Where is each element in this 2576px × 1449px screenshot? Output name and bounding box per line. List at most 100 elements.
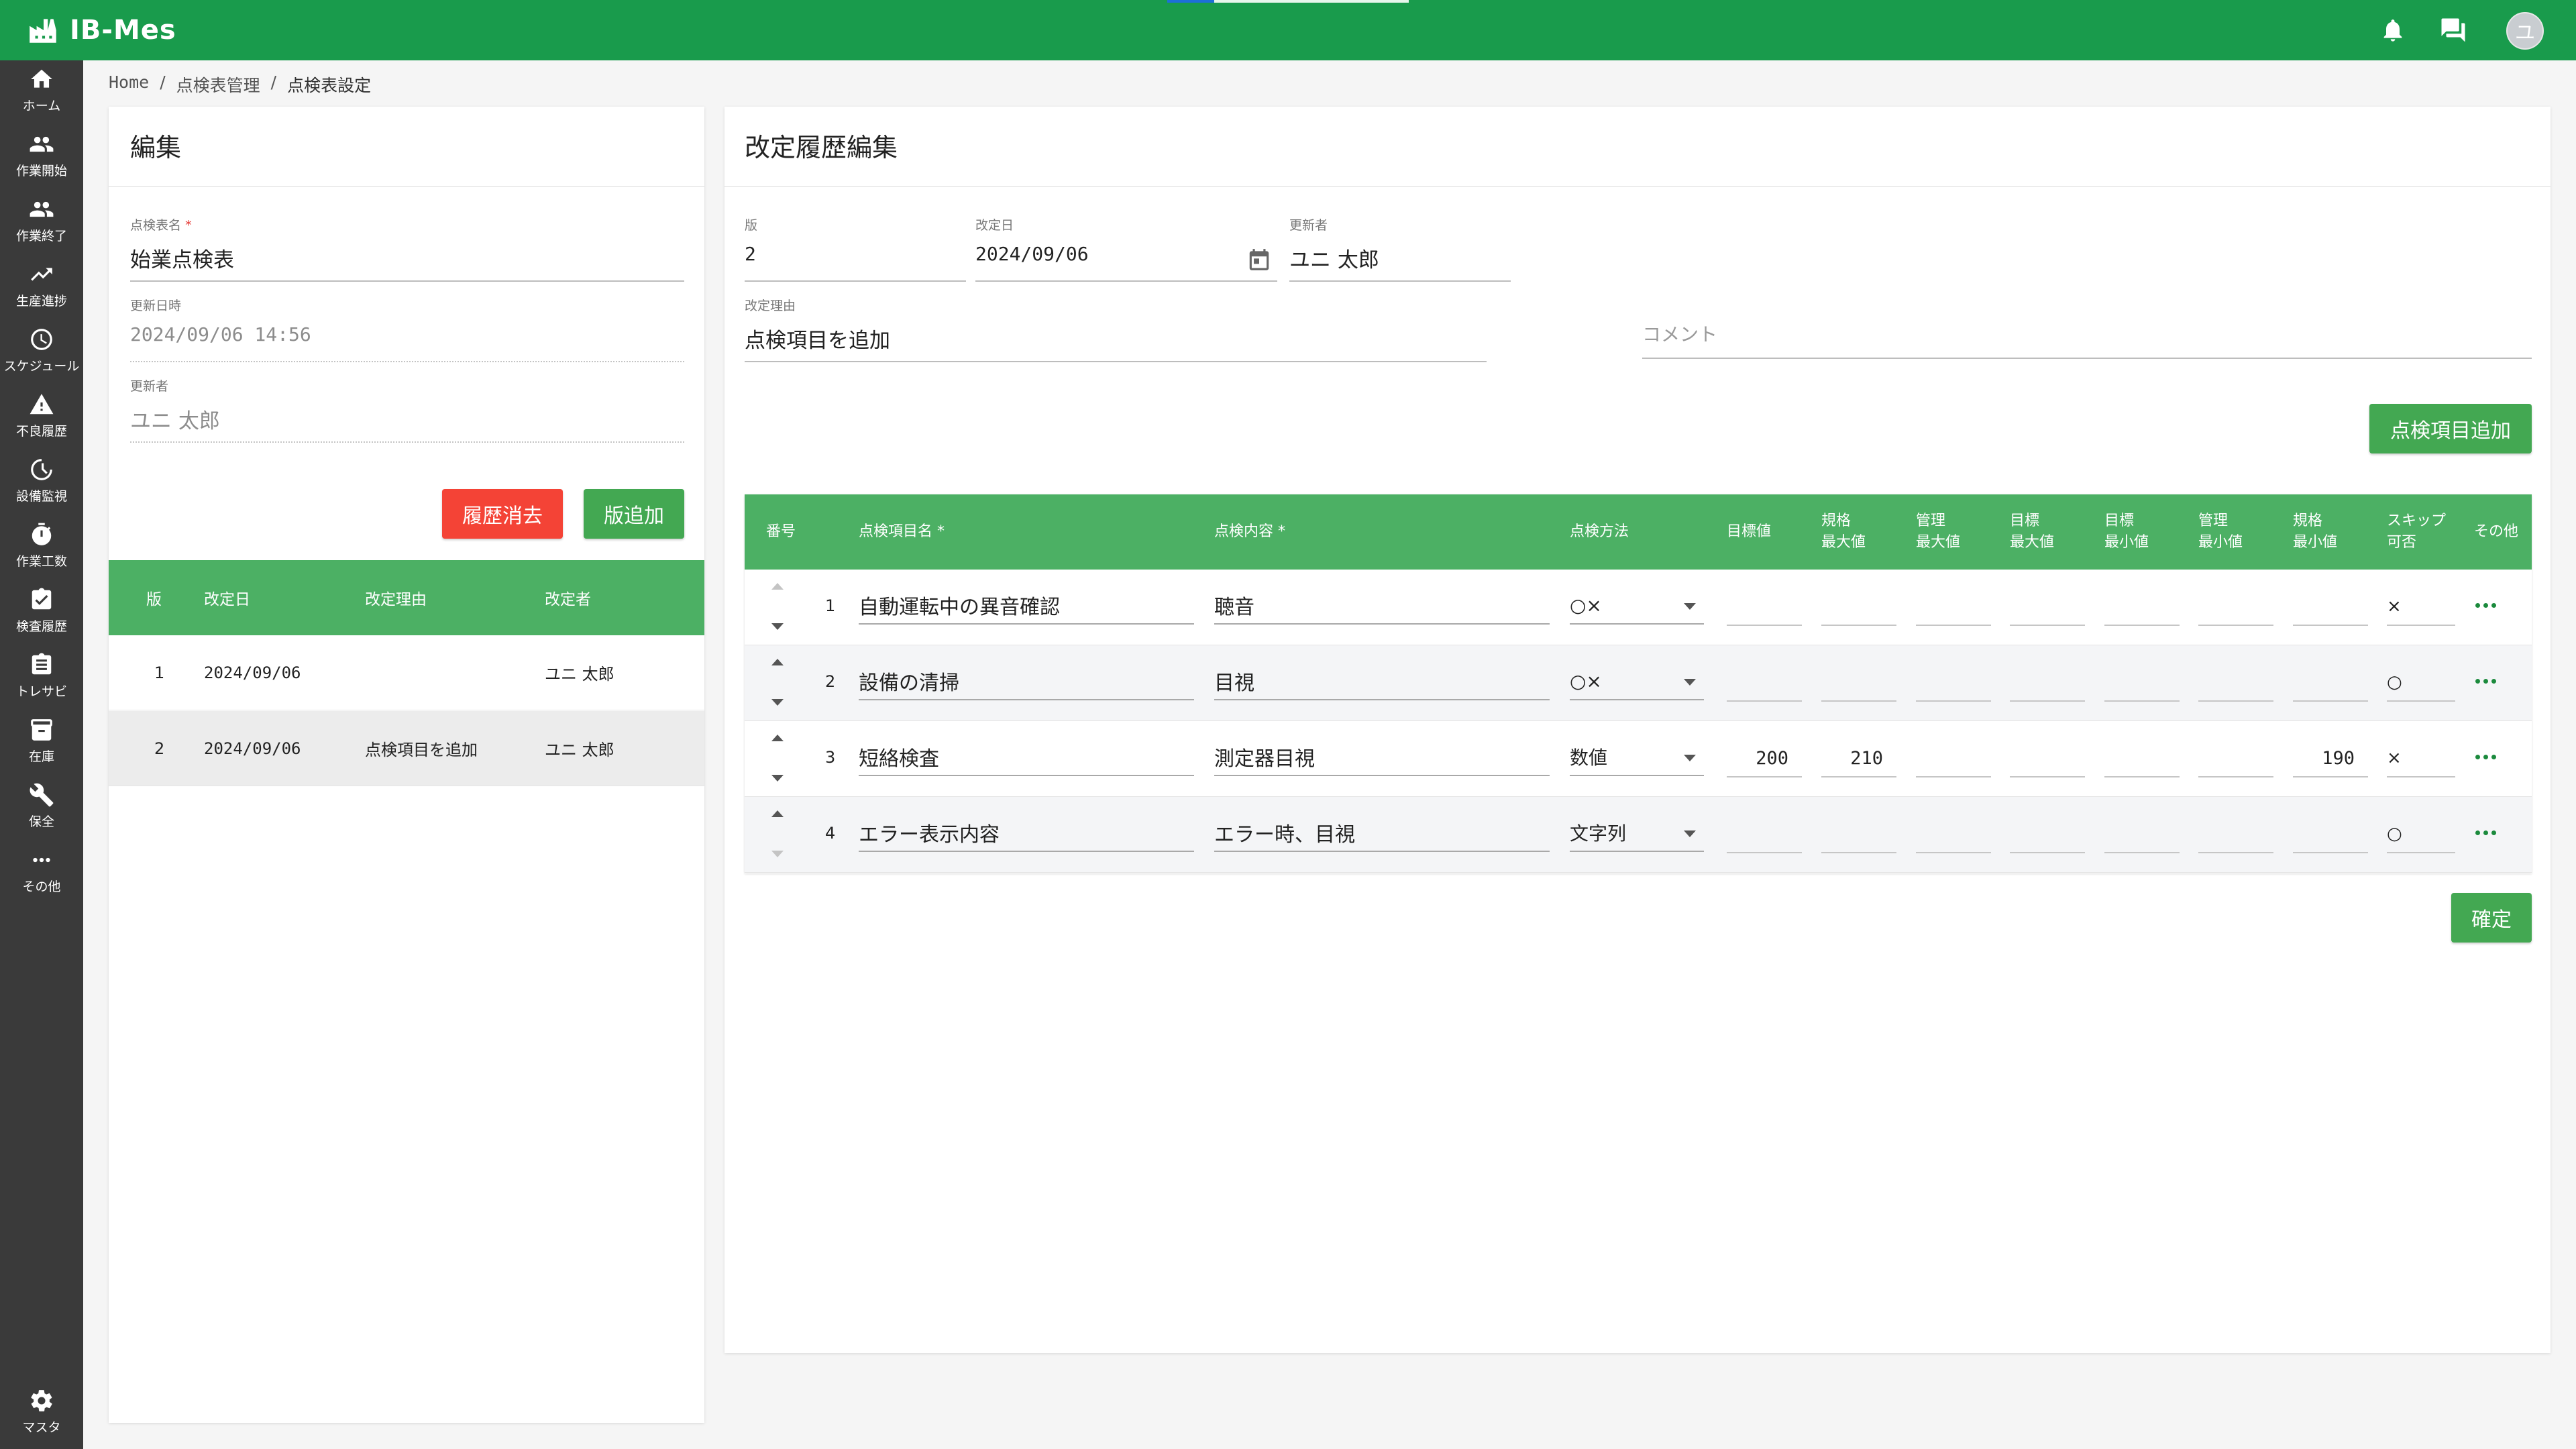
item-content-input[interactable]: エラー時、目視 [1214, 814, 1550, 852]
item-name-input[interactable]: 自動運転中の異音確認 [859, 587, 1194, 625]
sidebar-item-work-end[interactable]: 作業終了 [0, 191, 83, 250]
control-max-input[interactable] [1916, 664, 1991, 702]
control-min-input[interactable] [2198, 740, 2273, 777]
target-max-input[interactable] [2010, 664, 2085, 702]
table-row: 2 設備の清掃 目視 ○× ○ [745, 645, 2532, 721]
version-field: 版 2 [745, 215, 966, 282]
target-max-input[interactable] [2010, 816, 2085, 853]
control-max-input[interactable] [1916, 740, 1991, 777]
move-down-arrow[interactable] [771, 699, 784, 706]
move-down-arrow[interactable] [771, 851, 784, 857]
sidebar-item-inventory[interactable]: 在庫 [0, 711, 83, 770]
spec-max-input[interactable] [1821, 664, 1896, 702]
sidebar-item-work-hours[interactable]: 作業工数 [0, 516, 83, 575]
version-input[interactable]: 2 [745, 243, 966, 282]
method-select[interactable]: ○× [1570, 587, 1704, 625]
spec-max-input[interactable] [1821, 588, 1896, 626]
check-sheet-name-input[interactable]: 始業点検表 [130, 243, 684, 282]
control-min-input[interactable] [2198, 816, 2273, 853]
add-version-button[interactable]: 版追加 [584, 489, 684, 539]
method-select[interactable]: 文字列 [1570, 814, 1704, 852]
target-value-input[interactable] [1727, 664, 1802, 702]
sidebar-item-defect-history[interactable]: 不良履歴 [0, 386, 83, 445]
target-min-input[interactable] [2104, 664, 2180, 702]
skip-select[interactable]: ○ [2387, 816, 2455, 853]
user-avatar[interactable]: ユ [2506, 12, 2544, 50]
required-mark: * [937, 523, 945, 540]
control-max-input[interactable] [1916, 588, 1991, 626]
move-up-arrow[interactable] [771, 583, 784, 590]
move-up-arrow[interactable] [771, 659, 784, 665]
control-min-input[interactable] [2198, 664, 2273, 702]
target-value-input[interactable] [1727, 816, 1802, 853]
revision-date-input[interactable]: 2024/09/06 [975, 243, 1277, 282]
table-row[interactable]: 1 2024/09/06 ユニ 太郎 [109, 635, 704, 710]
item-name-input[interactable]: エラー表示内容 [859, 814, 1194, 852]
item-content-input[interactable]: 聴音 [1214, 587, 1550, 625]
more-actions-icon[interactable] [2475, 679, 2496, 684]
sidebar-item-traceability[interactable]: トレサビ [0, 646, 83, 705]
sidebar-item-home[interactable]: ホーム [0, 60, 83, 119]
sidebar-item-work-start[interactable]: 作業開始 [0, 125, 83, 184]
target-max-input[interactable] [2010, 588, 2085, 626]
target-min-input[interactable] [2104, 588, 2180, 626]
more-actions-icon[interactable] [2475, 603, 2496, 608]
target-value-input[interactable] [1727, 588, 1802, 626]
spec-min-input[interactable] [2293, 816, 2368, 853]
app-logo[interactable]: IB-Mes [27, 12, 176, 48]
target-min-input[interactable] [2104, 816, 2180, 853]
spec-max-input[interactable] [1821, 816, 1896, 853]
confirm-button[interactable]: 確定 [2451, 893, 2532, 943]
control-min-input[interactable] [2198, 588, 2273, 626]
item-name-input[interactable]: 短絡検査 [859, 739, 1194, 776]
sidebar-item-schedule[interactable]: スケジュール [0, 321, 83, 380]
version-label: 版 [745, 218, 758, 233]
more-actions-icon[interactable] [2475, 830, 2496, 835]
target-value-input[interactable]: 200 [1727, 740, 1802, 777]
move-up-arrow[interactable] [771, 810, 784, 817]
method-select[interactable]: 数値 [1570, 739, 1704, 776]
revision-reason-field: 改定理由 点検項目を追加 [745, 296, 1487, 362]
breadcrumb-link-check-sheet-management[interactable]: 点検表管理 [176, 72, 260, 97]
sidebar-item-equipment-monitor[interactable]: 設備監視 [0, 451, 83, 510]
add-check-item-button[interactable]: 点検項目追加 [2369, 404, 2532, 453]
calendar-icon[interactable] [1246, 247, 1272, 272]
header-item-name: 点検項目名 * [859, 494, 945, 570]
method-select[interactable]: ○× [1570, 663, 1704, 700]
sidebar-item-production-progress[interactable]: 生産進捗 [0, 256, 83, 315]
move-down-arrow[interactable] [771, 775, 784, 782]
revision-updater-input[interactable]: ユニ 太郎 [1289, 243, 1511, 282]
checkbox-icon [32, 588, 52, 609]
notifications-icon[interactable] [2377, 15, 2408, 46]
timer-icon [31, 458, 52, 480]
sidebar-item-inspection-history[interactable]: 検査履歴 [0, 581, 83, 640]
target-min-input[interactable] [2104, 740, 2180, 777]
row-revised-by: ユニ 太郎 [545, 665, 614, 684]
sidebar-item-maintenance[interactable]: 保全 [0, 776, 83, 835]
target-max-input[interactable] [2010, 740, 2085, 777]
check-sheet-name-label: 点検表名 [130, 218, 182, 233]
spec-max-input[interactable]: 210 [1821, 740, 1896, 777]
skip-select[interactable]: × [2387, 588, 2455, 626]
skip-select[interactable]: × [2387, 740, 2455, 777]
sidebar-item-other[interactable]: その他 [0, 841, 83, 900]
move-down-arrow[interactable] [771, 623, 784, 630]
table-row-selected[interactable]: 2 2024/09/06 点検項目を追加 ユニ 太郎 [109, 711, 704, 786]
chat-icon[interactable] [2438, 15, 2469, 46]
spec-min-input[interactable] [2293, 588, 2368, 626]
move-up-arrow[interactable] [771, 735, 784, 741]
spec-min-input[interactable]: 190 [2293, 740, 2368, 777]
spec-min-input[interactable] [2293, 664, 2368, 702]
breadcrumb-home-link[interactable]: Home [109, 72, 149, 97]
skip-select[interactable]: ○ [2387, 664, 2455, 702]
comment-input[interactable]: コメント [1642, 320, 2532, 359]
delete-history-button[interactable]: 履歴消去 [442, 489, 563, 539]
item-name-input[interactable]: 設備の清掃 [859, 663, 1194, 700]
item-content-input[interactable]: 目視 [1214, 663, 1550, 700]
header-item-content-label: 点検内容 [1214, 523, 1274, 540]
item-content-input[interactable]: 測定器目視 [1214, 739, 1550, 776]
control-max-input[interactable] [1916, 816, 1991, 853]
sidebar-item-master[interactable]: マスタ [0, 1382, 83, 1441]
more-actions-icon[interactable] [2475, 755, 2496, 759]
revision-reason-input[interactable]: 点検項目を追加 [745, 323, 1487, 362]
